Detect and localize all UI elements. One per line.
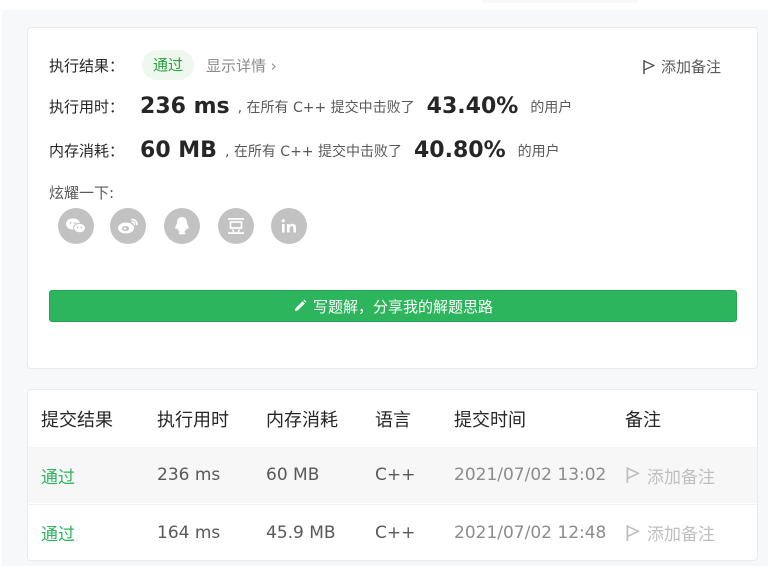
table-row[interactable]: 通过 236 ms 60 MB C++ 2021/07/02 13:02 添加备… xyxy=(28,447,757,503)
qq-icon xyxy=(175,217,189,235)
row-runtime: 164 ms xyxy=(157,522,221,543)
top-strip-segment xyxy=(482,0,638,3)
header-time: 提交时间 xyxy=(454,409,526,431)
header-memory: 内存消耗 xyxy=(266,409,338,431)
linkedin-share-button[interactable] xyxy=(271,208,307,244)
runtime-value: 236 ms xyxy=(140,94,230,119)
wechat-share-button[interactable] xyxy=(58,208,94,244)
row-memory: 60 MB xyxy=(266,465,320,485)
result-row: 执行结果： 通过 显示详情 › xyxy=(49,50,277,80)
runtime-percent: 43.40% xyxy=(426,94,519,119)
flag-icon xyxy=(626,467,640,483)
write-solution-label: 写题解，分享我的解题思路 xyxy=(312,297,493,316)
left-edge xyxy=(0,0,2,566)
memory-beat-text: , 在所有 C++ 提交中击败了 xyxy=(224,143,402,160)
runtime-users-suffix: 的用户 xyxy=(530,99,573,116)
wechat-icon xyxy=(66,218,86,234)
memory-label: 内存消耗： xyxy=(49,142,125,160)
row-language: C++ xyxy=(375,465,416,485)
memory-users-suffix: 的用户 xyxy=(517,143,560,160)
row-add-note-button[interactable]: 添加备注 xyxy=(625,447,715,503)
row-time: 2021/07/02 13:02 xyxy=(454,465,607,485)
result-card: 执行结果： 通过 显示详情 › 添加备注 执行用时： 236 ms , 在所有 … xyxy=(27,27,758,369)
memory-percent: 40.80% xyxy=(414,138,506,163)
pencil-icon xyxy=(294,299,307,311)
douban-icon xyxy=(228,218,244,234)
row-runtime: 236 ms xyxy=(157,465,221,485)
header-language: 语言 xyxy=(375,409,411,431)
header-note: 备注 xyxy=(625,409,661,431)
memory-row: 内存消耗： 60 MB , 在所有 C++ 提交中击败了 40.80% 的用户 xyxy=(49,138,560,163)
weibo-icon xyxy=(118,218,138,234)
runtime-label: 执行用时： xyxy=(49,98,125,116)
table-header: 提交结果 执行用时 内存消耗 语言 提交时间 备注 xyxy=(28,390,757,447)
runtime-beat-text: , 在所有 C++ 提交中击败了 xyxy=(237,99,415,116)
row-time: 2021/07/02 12:48 xyxy=(454,522,607,543)
memory-value: 60 MB xyxy=(140,138,217,163)
add-note-label: 添加备注 xyxy=(660,58,721,76)
table-row[interactable]: 通过 164 ms 45.9 MB C++ 2021/07/02 12:48 添… xyxy=(28,504,757,560)
top-strip xyxy=(0,0,768,10)
row-language: C++ xyxy=(375,522,416,543)
runtime-row: 执行用时： 236 ms , 在所有 C++ 提交中击败了 43.40% 的用户 xyxy=(49,94,572,119)
result-label: 执行结果： xyxy=(49,56,125,75)
status-badge: 通过 xyxy=(142,50,195,80)
row-add-note-label: 添加备注 xyxy=(647,525,715,545)
row-status-link[interactable]: 通过 xyxy=(41,447,75,503)
flag-icon xyxy=(643,59,655,74)
flag-icon xyxy=(626,524,640,541)
row-add-note-label: 添加备注 xyxy=(647,467,715,488)
submissions-table: 提交结果 执行用时 内存消耗 语言 提交时间 备注 通过 236 ms 60 M… xyxy=(27,389,758,561)
write-solution-button[interactable]: 写题解，分享我的解题思路 xyxy=(49,290,737,322)
row-status-link[interactable]: 通过 xyxy=(41,505,75,560)
weibo-share-button[interactable] xyxy=(110,208,146,244)
row-memory: 45.9 MB xyxy=(266,522,336,543)
qq-share-button[interactable] xyxy=(164,208,200,244)
show-details-link[interactable]: 显示详情 › xyxy=(206,55,277,76)
header-status: 提交结果 xyxy=(41,409,113,431)
share-label: 炫耀一下: xyxy=(49,184,115,202)
linkedin-icon xyxy=(281,219,296,233)
add-note-button[interactable]: 添加备注 xyxy=(642,56,721,77)
douban-share-button[interactable] xyxy=(218,208,254,244)
header-runtime: 执行用时 xyxy=(157,409,229,431)
row-add-note-button[interactable]: 添加备注 xyxy=(625,505,715,560)
